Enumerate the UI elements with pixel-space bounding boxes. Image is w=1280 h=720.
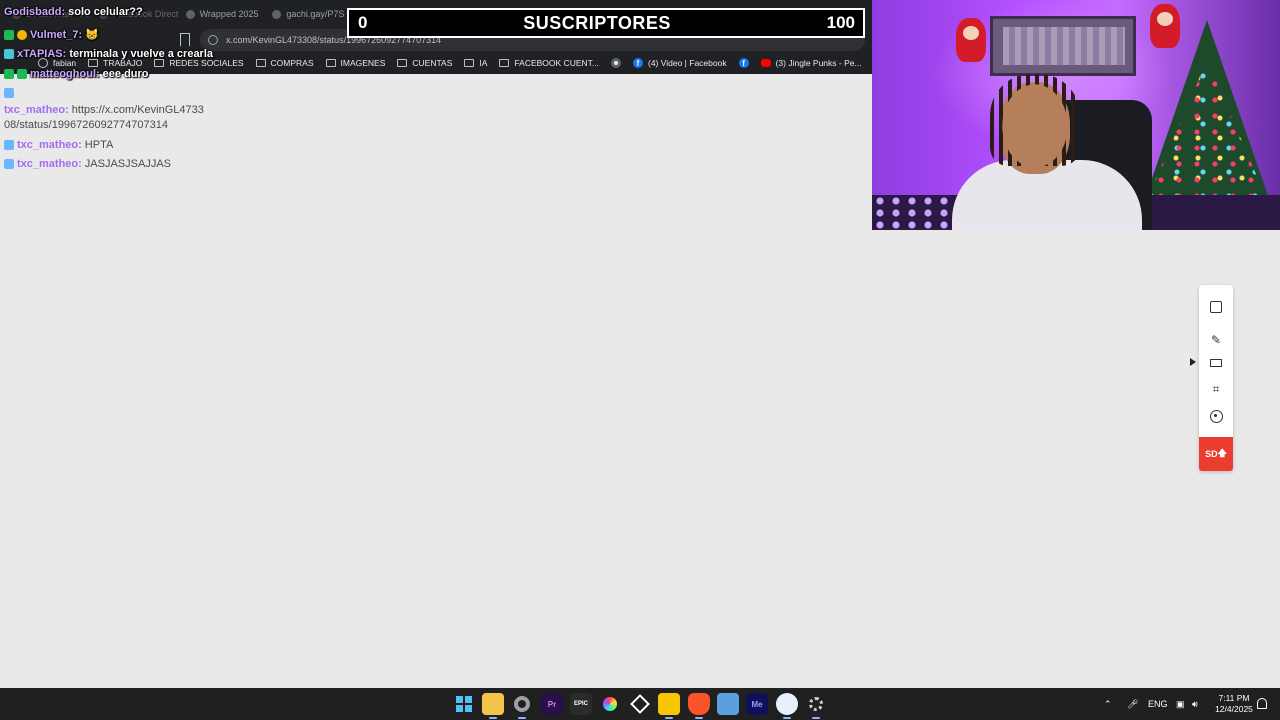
- folder-icon: [464, 59, 475, 67]
- bookmark-item[interactable]: f: [738, 58, 749, 68]
- chat-message: Godisbadd: solo celular??: [4, 6, 143, 18]
- clock[interactable]: 7:11 PM 12/4/2025: [1212, 693, 1256, 715]
- chat-message: txc_matheo: JASJASJSAJJAS: [4, 158, 171, 170]
- network-icon[interactable]: ▣: [1176, 688, 1185, 720]
- chat-overlay: Godisbadd: solo celular?? Vulmet_7: 😸 xT…: [0, 0, 420, 180]
- badge-icon: [4, 29, 14, 40]
- chat-username: xTAPIAS:: [17, 48, 67, 60]
- chat-username: matteoghoul:: [30, 68, 100, 80]
- chat-text: solo celular??: [68, 6, 143, 18]
- paw-pattern: [872, 195, 962, 230]
- bookmark-item[interactable]: FACEBOOK CUENT...: [499, 58, 599, 68]
- chat-message: xTAPIAS: terminala y vuelve a crearla: [4, 48, 213, 60]
- badge-icon: [4, 88, 14, 98]
- sd-label: SD: [1205, 449, 1218, 459]
- chat-text: HPTA: [84, 139, 114, 151]
- edge-icon[interactable]: [776, 693, 798, 719]
- capcut-icon[interactable]: [629, 693, 651, 715]
- crop-icon[interactable]: ⌗: [1209, 382, 1223, 396]
- chat-username: txc_matheo:: [17, 158, 82, 170]
- badge-icon: [17, 29, 27, 40]
- chat-message: txc_matheo: HPTA: [4, 139, 113, 151]
- clock-date: 12/4/2025: [1215, 704, 1253, 714]
- subscriber-title: SUSCRIPTORES: [523, 12, 671, 33]
- facebook-icon: f: [738, 58, 749, 68]
- streamer-hair: [990, 74, 1080, 166]
- start-icon[interactable]: [453, 693, 475, 715]
- photos-icon[interactable]: [717, 693, 739, 715]
- taskbar: Pr EPIC Me ⌃ 🎤︎ ENG ▣ 🔊︎ 7:11 PM 12/4/20…: [0, 688, 1280, 720]
- sd-upload-button[interactable]: SD 🡅: [1199, 437, 1233, 471]
- bookmark-label: (4) Video | Facebook: [647, 58, 727, 68]
- epic-games-icon[interactable]: EPIC: [570, 693, 592, 715]
- badge-icon: [4, 49, 14, 59]
- sticky-notes-icon[interactable]: [658, 693, 680, 719]
- bookmark-label: IA: [479, 58, 488, 68]
- chat-text: 08/status/1996726092774707314: [4, 119, 168, 131]
- chrome-icon: [610, 58, 621, 68]
- chat-username: Vulmet_7:: [30, 28, 83, 41]
- tray-chevron-icon[interactable]: ⌃: [1104, 688, 1112, 720]
- chat-message: txc_matheo: https://x.com/KevinGL4733: [4, 104, 204, 116]
- brave-icon[interactable]: [688, 693, 710, 719]
- chat-text: terminala y vuelve a crearla: [69, 48, 214, 60]
- epic-games-label: EPIC: [573, 701, 588, 707]
- rectangle-icon[interactable]: [1209, 356, 1223, 370]
- expand-arrow-icon[interactable]: [1190, 358, 1196, 366]
- settings-icon[interactable]: [805, 693, 827, 719]
- volume-icon[interactable]: 🔊︎: [1192, 688, 1198, 720]
- pen-icon[interactable]: ✎: [1209, 333, 1223, 347]
- screenshot-toolbar: ✎ ⌗ SD 🡅: [1199, 285, 1233, 471]
- premiere-label: Pr: [547, 699, 557, 709]
- clock-time: 7:11 PM: [1218, 693, 1250, 703]
- badge-icon: [4, 69, 14, 79]
- chat-text: JASJASJSAJJAS: [84, 158, 171, 170]
- subscriber-counter: 0 SUSCRIPTORES 100: [347, 8, 865, 38]
- file-explorer-icon[interactable]: [482, 693, 504, 719]
- santa-decoration: [956, 18, 986, 62]
- chat-username: Godisbadd:: [4, 6, 66, 18]
- chat-text: https://x.com/KevinGL4733: [71, 104, 204, 116]
- bookmark-item[interactable]: [610, 58, 621, 68]
- bookmark-label: (3) Jingle Punks - Pe...: [775, 58, 862, 68]
- color-app-icon[interactable]: [599, 693, 621, 715]
- chat-message-continued: 08/status/1996726092774707314: [4, 119, 168, 131]
- language-label: ENG: [1148, 699, 1168, 709]
- santa-decoration: [1150, 4, 1180, 48]
- target-icon[interactable]: [1209, 409, 1223, 423]
- folder-icon: [499, 59, 510, 67]
- youtube-icon: [760, 59, 771, 67]
- webcam-feed: [872, 0, 1280, 230]
- chat-username: txc_matheo:: [17, 139, 82, 151]
- chat-message: matteoghoul: eee duro: [4, 68, 149, 80]
- bookmark-item[interactable]: IA: [464, 58, 487, 68]
- media-encoder-icon[interactable]: Me: [746, 693, 768, 715]
- language-indicator[interactable]: ENG: [1148, 688, 1168, 720]
- bookmark-item[interactable]: (3) Jingle Punks - Pe...: [760, 58, 862, 68]
- bookmark-item[interactable]: f (4) Video | Facebook: [632, 58, 727, 68]
- notification-bell-icon[interactable]: [1257, 698, 1267, 709]
- bookmark-label: FACEBOOK CUENT...: [514, 58, 599, 68]
- chat-text: eee duro: [102, 68, 149, 80]
- facebook-icon: f: [632, 58, 643, 68]
- chat-username: txc_matheo:: [4, 104, 69, 116]
- wall-frame: [990, 16, 1136, 76]
- badge-icon: [17, 69, 27, 79]
- chat-message: Vulmet_7: 😸: [4, 28, 99, 41]
- media-encoder-label: Me: [751, 699, 763, 709]
- emote-icon: 😸: [85, 29, 99, 41]
- chrome-icon[interactable]: [511, 693, 533, 719]
- export-icon[interactable]: [1209, 300, 1223, 314]
- badge-icon: [4, 159, 14, 169]
- microphone-icon[interactable]: 🎤︎: [1127, 688, 1138, 720]
- badge-icon: [4, 140, 14, 150]
- subscriber-max: 100: [826, 13, 855, 32]
- arrow-up-icon: 🡅: [1217, 448, 1227, 458]
- premiere-icon[interactable]: Pr: [541, 693, 563, 715]
